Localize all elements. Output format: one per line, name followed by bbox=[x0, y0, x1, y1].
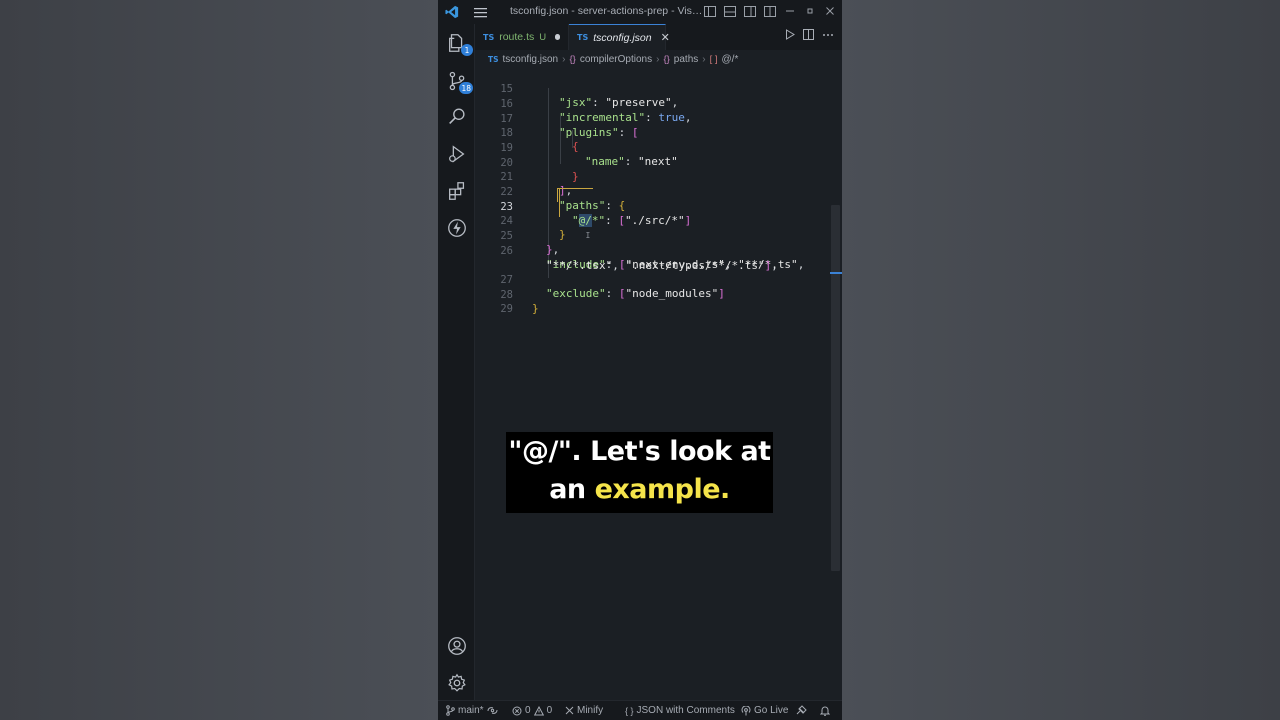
code-line: 18 { bbox=[500, 127, 579, 153]
breadcrumb-compiler-options[interactable]: compilerOptions bbox=[580, 54, 652, 65]
vscode-logo-icon bbox=[443, 3, 461, 21]
typescript-file-icon: TS bbox=[483, 32, 495, 42]
code-line: 26 "include": ["next-env.d.ts", "**/*.ts… bbox=[500, 245, 805, 271]
unsaved-dot-icon[interactable] bbox=[555, 34, 560, 40]
code-line: 29 bbox=[500, 303, 513, 315]
array-icon: [ ] bbox=[709, 53, 718, 65]
extensions-icon[interactable] bbox=[444, 178, 470, 204]
scrollbar-marker bbox=[830, 272, 842, 274]
git-branch-icon bbox=[446, 705, 455, 716]
typescript-config-file-icon: TS bbox=[577, 33, 589, 42]
code-line: 17 "plugins": [ bbox=[500, 113, 639, 139]
code-line: 15 "jsx": "preserve", bbox=[500, 83, 679, 109]
explorer-badge: 1 bbox=[461, 44, 473, 56]
object-icon: {} bbox=[663, 53, 670, 65]
restore-icon[interactable] bbox=[802, 3, 818, 19]
file-type-icon: TS bbox=[488, 54, 499, 64]
code-line: 16 "incremental": true, bbox=[500, 98, 692, 124]
tab-route-ts[interactable]: TS route.ts U bbox=[475, 24, 569, 50]
more-actions-icon[interactable] bbox=[822, 29, 834, 43]
source-control-badge: 18 bbox=[459, 82, 473, 94]
language-mode[interactable]: { } JSON with Comments bbox=[625, 705, 735, 716]
object-icon: {} bbox=[569, 53, 576, 65]
branch-indicator[interactable]: main* bbox=[446, 705, 498, 716]
close-icon bbox=[565, 706, 574, 715]
code-line-wrapped: "**/*.tsx", ".next/types/**/*.ts"], bbox=[546, 259, 778, 272]
code-line: 24 } I bbox=[500, 215, 591, 241]
chevron-right-icon: › bbox=[562, 53, 566, 65]
minify-button[interactable]: Minify bbox=[565, 705, 603, 716]
code-line-current: 23 "@/*": ["./src/*"] bbox=[500, 201, 692, 227]
braces-icon: { } bbox=[625, 705, 634, 716]
breadcrumb: TS tsconfig.json › {} compilerOptions › … bbox=[488, 51, 738, 67]
video-caption: "@/". Let's look at an example. bbox=[506, 432, 773, 513]
search-icon[interactable] bbox=[444, 104, 470, 130]
settings-gear-icon[interactable] bbox=[444, 670, 470, 696]
bracket-pair-highlight bbox=[557, 188, 593, 202]
run-debug-icon[interactable] bbox=[444, 141, 470, 167]
vscode-window: tsconfig.json - server-actions-prep - Vi… bbox=[438, 0, 842, 720]
caption-line-1: "@/". Let's look at bbox=[508, 436, 771, 467]
explorer-icon[interactable]: 1 bbox=[444, 30, 473, 56]
code-line: 28 } bbox=[500, 289, 539, 315]
layout-icon[interactable] bbox=[762, 3, 778, 19]
breadcrumb-alias[interactable]: @/* bbox=[722, 54, 739, 65]
menu-icon[interactable] bbox=[471, 3, 489, 21]
untracked-status: U bbox=[539, 31, 547, 43]
chevron-right-icon: › bbox=[656, 53, 660, 65]
code-line: 21 ], bbox=[500, 171, 573, 197]
minimize-icon[interactable] bbox=[782, 3, 798, 19]
sync-icon[interactable] bbox=[487, 706, 498, 715]
run-icon[interactable] bbox=[785, 29, 795, 43]
code-editor[interactable]: 15 "jsx": "preserve", 16 "incremental": … bbox=[475, 68, 842, 700]
warning-icon bbox=[533, 705, 544, 715]
editor-tabs: TS route.ts U TS tsconfig.json ✕ bbox=[475, 24, 842, 50]
broadcast-icon bbox=[741, 705, 751, 715]
problems-indicator[interactable]: 0 0 bbox=[512, 705, 552, 716]
activity-bar: 1 18 bbox=[438, 24, 475, 700]
toggle-primary-sidebar-icon[interactable] bbox=[702, 3, 718, 19]
caption-highlight: example. bbox=[594, 474, 731, 505]
close-window-icon[interactable] bbox=[822, 3, 838, 19]
code-line: 20 } bbox=[500, 157, 579, 183]
breadcrumb-file[interactable]: tsconfig.json bbox=[503, 54, 559, 65]
tab-tsconfig-json[interactable]: TS tsconfig.json ✕ bbox=[569, 24, 670, 50]
chevron-right-icon: › bbox=[702, 53, 706, 65]
background-right bbox=[842, 0, 1280, 720]
code-line: 22 "paths": { bbox=[500, 186, 626, 212]
close-tab-icon[interactable]: ✕ bbox=[661, 31, 670, 44]
caption-line-2: an example. bbox=[549, 474, 731, 505]
code-line: 27 "exclude": ["node_modules"] bbox=[500, 274, 725, 300]
thunder-client-icon[interactable] bbox=[444, 215, 470, 241]
tab-label: route.ts bbox=[499, 31, 535, 43]
background-left bbox=[0, 0, 438, 720]
error-icon bbox=[512, 706, 522, 715]
toggle-panel-icon[interactable] bbox=[722, 3, 738, 19]
notifications-bell-icon[interactable] bbox=[820, 705, 830, 716]
feedback-icon[interactable] bbox=[796, 705, 807, 715]
tab-label: tsconfig.json bbox=[593, 31, 652, 44]
window-title: tsconfig.json - server-actions-prep - Vi… bbox=[510, 5, 706, 17]
source-control-icon[interactable]: 18 bbox=[444, 68, 473, 94]
status-bar: main* 0 0 Minify { } JSON with Comments … bbox=[438, 700, 842, 720]
title-bar: tsconfig.json - server-actions-prep - Vi… bbox=[438, 0, 842, 24]
code-line: 25 }, bbox=[500, 230, 560, 256]
split-editor-icon[interactable] bbox=[803, 29, 814, 43]
go-live-button[interactable]: Go Live bbox=[741, 705, 788, 716]
breadcrumb-paths[interactable]: paths bbox=[674, 54, 698, 65]
account-icon[interactable] bbox=[444, 633, 470, 659]
toggle-secondary-sidebar-icon[interactable] bbox=[742, 3, 758, 19]
vertical-scrollbar[interactable] bbox=[831, 205, 840, 571]
code-line: 19 "name": "next" bbox=[500, 142, 678, 168]
